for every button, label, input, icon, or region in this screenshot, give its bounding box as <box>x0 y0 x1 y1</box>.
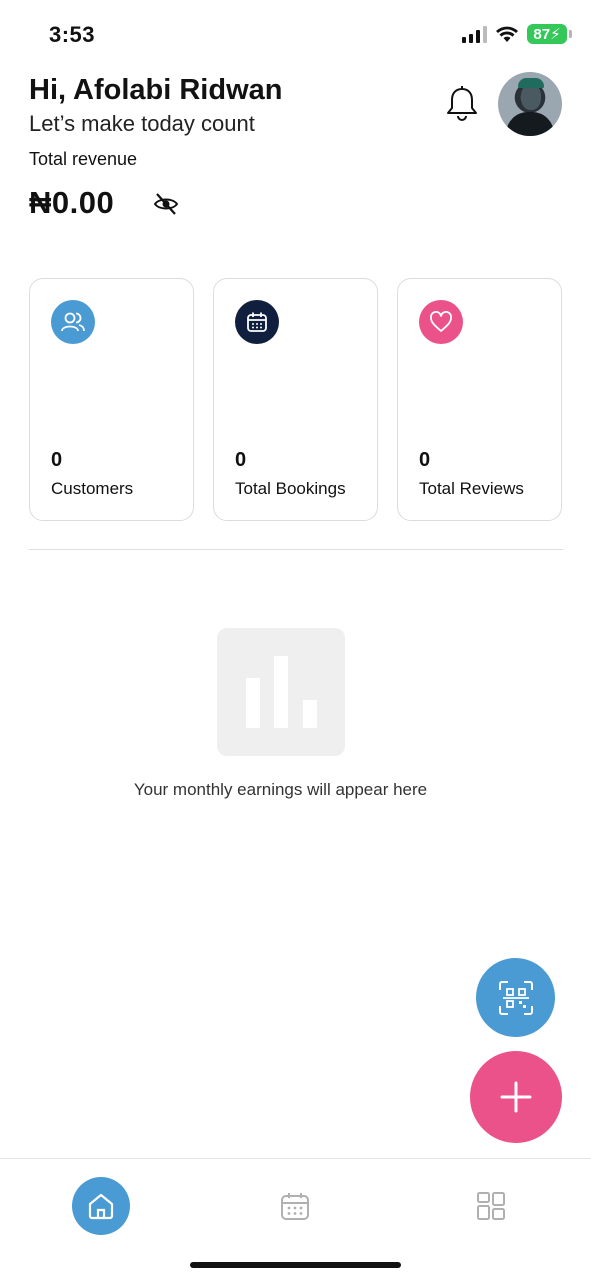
nav-home[interactable] <box>72 1177 130 1235</box>
reviews-count: 0 <box>419 449 431 471</box>
bookings-label: Total Bookings <box>235 479 346 498</box>
battery-icon: 87 ⚡ <box>527 24 572 44</box>
revenue-amount: ₦0.00 <box>29 185 115 220</box>
nav-bookings[interactable] <box>266 1177 324 1235</box>
qr-scan-button[interactable] <box>476 958 555 1037</box>
revenue-label: Total revenue <box>29 149 138 169</box>
calendar-icon <box>235 300 279 344</box>
heart-icon <box>419 300 463 344</box>
customers-card[interactable]: 0 Customers <box>29 278 194 521</box>
grid-icon <box>477 1192 505 1220</box>
bookings-card[interactable]: 0 Total Bookings <box>213 278 378 521</box>
plus-icon <box>500 1081 532 1113</box>
calendar-icon <box>281 1193 309 1220</box>
customers-label: Customers <box>51 479 134 498</box>
home-icon <box>88 1193 114 1220</box>
add-button[interactable] <box>470 1051 562 1143</box>
reviews-card[interactable]: 0 Total Reviews <box>397 278 562 521</box>
customers-count: 0 <box>51 449 63 471</box>
section-divider <box>29 549 563 550</box>
greeting-title: Hi, Afolabi Ridwan <box>29 74 283 106</box>
qr-scan-icon <box>498 980 533 1015</box>
reviews-label: Total Reviews <box>419 479 524 498</box>
signal-icon <box>462 25 487 43</box>
greeting-subtitle: Let’s make today count <box>29 111 255 136</box>
status-time: 3:53 <box>49 22 96 47</box>
eye-off-icon[interactable] <box>153 191 179 217</box>
battery-level: 87 <box>533 25 551 43</box>
wifi-icon <box>496 26 518 42</box>
nav-dashboard[interactable] <box>462 1177 520 1235</box>
bookings-count: 0 <box>235 449 247 471</box>
bell-icon[interactable] <box>444 85 480 123</box>
home-indicator <box>190 1262 401 1268</box>
earnings-empty-message: Your monthly earnings will appear here <box>133 780 428 799</box>
user-avatar[interactable] <box>498 72 562 136</box>
bar-chart-icon <box>217 628 345 756</box>
users-icon <box>51 300 95 344</box>
status-indicators: 87 ⚡ <box>462 24 572 44</box>
